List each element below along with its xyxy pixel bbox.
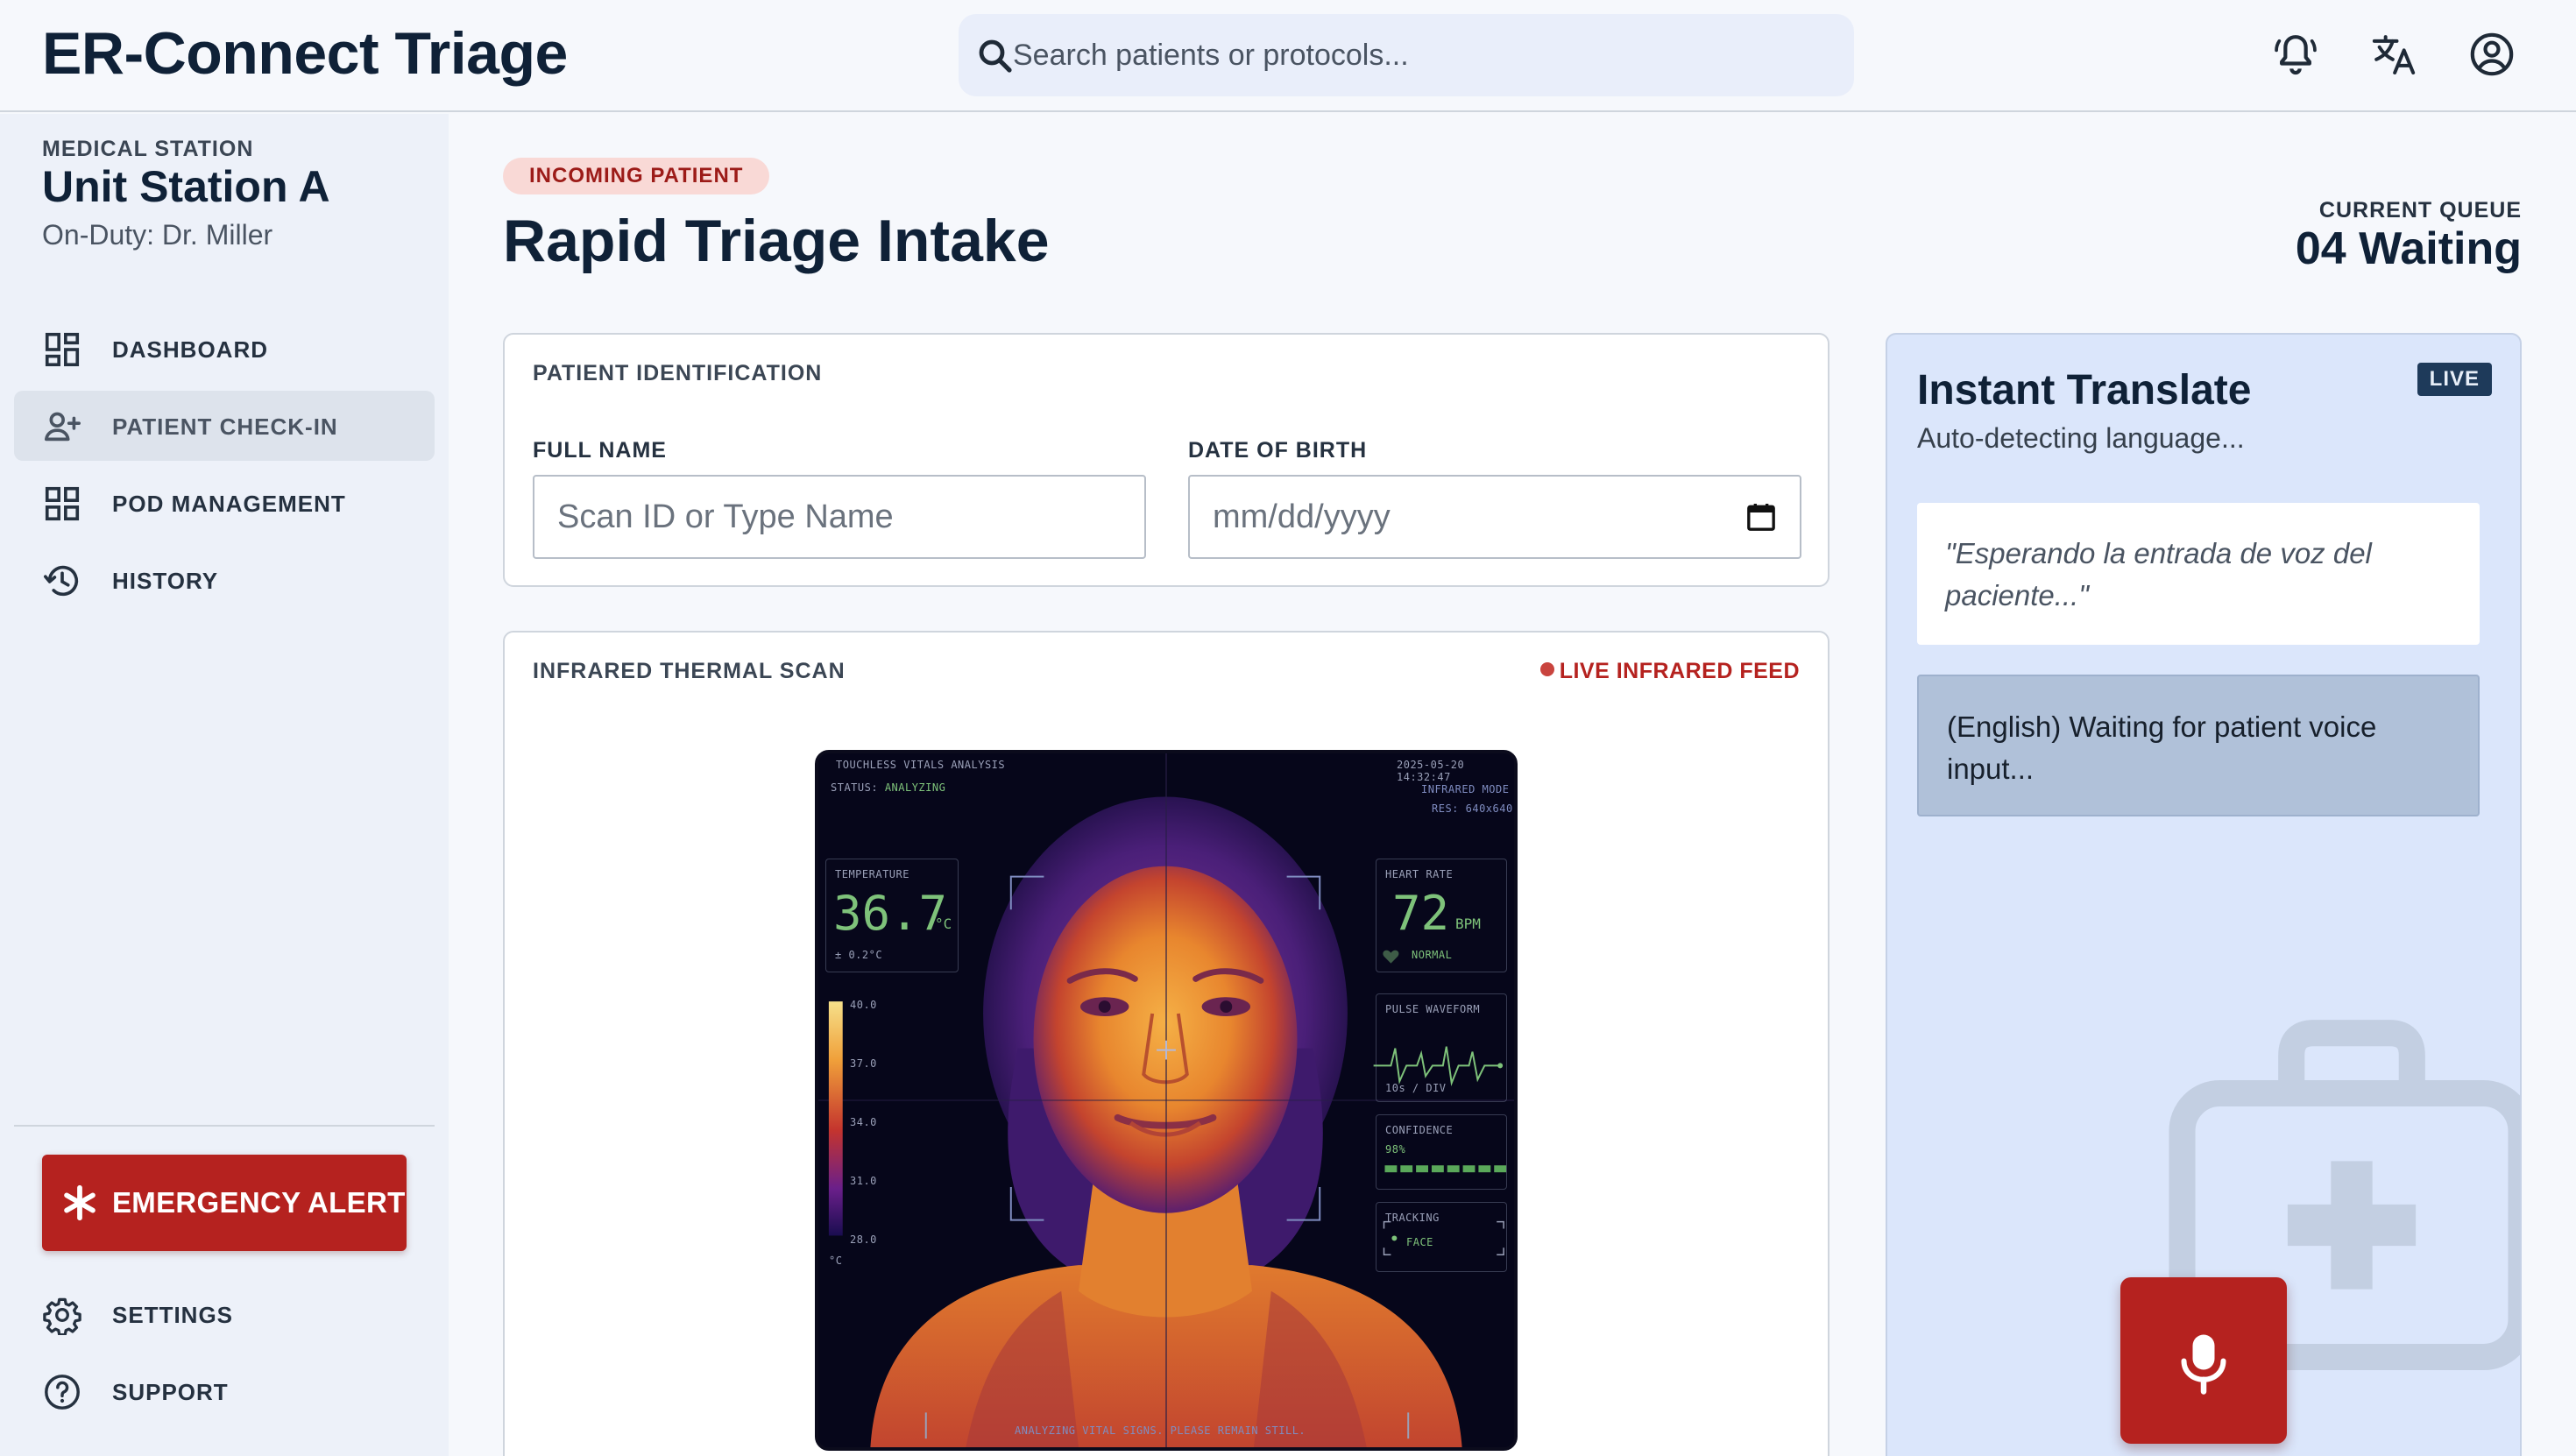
hud-time: 14:32:47 xyxy=(1397,771,1451,783)
station-name: Unit Station A xyxy=(42,162,330,211)
scale-tick: 34.0 xyxy=(850,1116,877,1128)
confidence-panel: CONFIDENCE 98% xyxy=(1376,1114,1507,1190)
hud-status: STATUS: ANALYZING xyxy=(831,781,945,794)
live-badge: LIVE xyxy=(2417,363,2492,396)
top-bar: ER-Connect Triage xyxy=(0,0,2576,112)
translated-transcript: (English) Waiting for patient voice inpu… xyxy=(1917,675,2480,816)
sidebar-item-label: PATIENT CHECK-IN xyxy=(112,413,338,440)
dashboard-icon xyxy=(45,332,80,367)
hud-status-label: STATUS: xyxy=(831,781,879,794)
source-transcript: "Esperando la entrada de voz del pacient… xyxy=(1917,503,2480,645)
on-duty-label: On-Duty: Dr. Miller xyxy=(42,219,273,251)
patient-identification-card: PATIENT IDENTIFICATION FULL NAME DATE OF… xyxy=(503,333,1829,587)
pulse-scale: 10s / DIV xyxy=(1385,1082,1447,1094)
scale-tick: 40.0 xyxy=(850,999,877,1011)
temperature-panel: TEMPERATURE 36.7 °C ± 0.2°C xyxy=(825,859,959,972)
translate-title: Instant Translate xyxy=(1917,367,2252,413)
scale-tick: 37.0 xyxy=(850,1057,877,1070)
full-name-label: FULL NAME xyxy=(533,438,667,463)
bell-alert-icon[interactable] xyxy=(2271,30,2320,79)
gear-icon xyxy=(43,1297,81,1335)
sidebar-item-label: SUPPORT xyxy=(112,1379,229,1405)
hud-status-value: ANALYZING xyxy=(884,781,946,794)
full-name-field[interactable] xyxy=(533,475,1146,559)
sidebar-divider xyxy=(14,1125,435,1127)
station-kicker: MEDICAL STATION xyxy=(42,137,254,161)
hud-date: 2025-05-20 xyxy=(1397,759,1465,771)
search-icon xyxy=(979,39,1012,73)
dob-field[interactable] xyxy=(1188,475,1801,559)
sidebar-item-label: SETTINGS xyxy=(112,1302,234,1328)
sidebar-item-label: POD MANAGEMENT xyxy=(112,491,346,517)
sidebar-item-history[interactable]: HISTORY xyxy=(14,545,435,615)
sidebar: MEDICAL STATION Unit Station A On-Duty: … xyxy=(0,114,449,1456)
sidebar-item-label: HISTORY xyxy=(112,568,219,594)
scale-unit: °C xyxy=(829,1255,843,1267)
queue-kicker: CURRENT QUEUE xyxy=(2318,198,2522,223)
temperature-label: TEMPERATURE xyxy=(835,868,909,880)
full-name-input[interactable] xyxy=(534,477,1144,557)
dob-input[interactable] xyxy=(1190,477,1800,557)
search-bar[interactable] xyxy=(959,14,1854,96)
heart-rate-status: NORMAL xyxy=(1412,949,1453,961)
calendar-icon[interactable] xyxy=(1744,499,1779,534)
dob-label: DATE OF BIRTH xyxy=(1188,438,1368,463)
heart-rate-panel: HEART RATE 72 BPM NORMAL xyxy=(1376,859,1507,972)
grid-icon xyxy=(45,486,80,521)
account-circle-icon[interactable] xyxy=(2467,30,2516,79)
emergency-alert-button[interactable]: EMERGENCY ALERT xyxy=(42,1155,407,1251)
sidebar-item-pod-management[interactable]: POD MANAGEMENT xyxy=(14,468,435,538)
app-title: ER-Connect Triage xyxy=(42,20,568,87)
card-title: PATIENT IDENTIFICATION xyxy=(533,361,823,385)
sidebar-item-patient-check-in[interactable]: PATIENT CHECK-IN xyxy=(14,391,435,461)
confidence-value: 98% xyxy=(1385,1143,1406,1156)
sidebar-item-dashboard[interactable]: DASHBOARD xyxy=(14,314,435,384)
history-icon xyxy=(44,565,79,597)
help-icon xyxy=(45,1375,80,1410)
scale-tick: 28.0 xyxy=(850,1233,877,1246)
scale-tick: 31.0 xyxy=(850,1175,877,1187)
sidebar-item-settings[interactable]: SETTINGS xyxy=(14,1279,435,1349)
queue-count: 04 Waiting xyxy=(2295,223,2522,274)
confidence-label: CONFIDENCE xyxy=(1385,1124,1454,1136)
temperature-tolerance: ± 0.2°C xyxy=(835,949,883,961)
heart-rate-label: HEART RATE xyxy=(1385,868,1454,880)
sidebar-item-support[interactable]: SUPPORT xyxy=(14,1356,435,1426)
translate-subtitle: Auto-detecting language... xyxy=(1917,422,2245,454)
tracking-panel: TRACKING FACE xyxy=(1376,1202,1507,1272)
incoming-patient-badge: INCOMING PATIENT xyxy=(503,158,770,194)
live-infrared-indicator: LIVE INFRARED FEED xyxy=(1539,659,1800,684)
hud-resolution: RES: 640x640 xyxy=(1432,802,1513,815)
heart-rate-unit: BPM xyxy=(1455,915,1481,932)
search-input[interactable] xyxy=(1013,14,1836,96)
tracking-value: FACE xyxy=(1406,1236,1433,1248)
temperature-value: 36.7 xyxy=(833,886,948,941)
hud-mode: INFRARED MODE xyxy=(1421,783,1510,795)
hud-datetime: 2025-05-20 14:32:47 xyxy=(1397,759,1514,783)
live-feed-label: LIVE INFRARED FEED xyxy=(1559,659,1800,683)
page-title: Rapid Triage Intake xyxy=(503,208,1050,274)
microphone-button[interactable] xyxy=(2120,1277,2287,1444)
temperature-unit: °C xyxy=(935,915,952,932)
pulse-waveform-label: PULSE WAVEFORM xyxy=(1385,1003,1481,1015)
card-title: INFRARED THERMAL SCAN xyxy=(533,659,846,683)
asterisk-icon xyxy=(64,1184,96,1221)
hud-header: TOUCHLESS VITALS ANALYSIS xyxy=(836,759,1006,771)
emergency-alert-label: EMERGENCY ALERT xyxy=(112,1186,406,1219)
sidebar-item-label: DASHBOARD xyxy=(112,336,268,363)
tracking-label: TRACKING xyxy=(1385,1212,1440,1224)
live-dot-icon xyxy=(1539,662,1554,676)
hud-footer: ANALYZING VITAL SIGNS. PLEASE REMAIN STI… xyxy=(1015,1424,1306,1437)
person-add-icon xyxy=(44,412,81,442)
thermal-camera-feed: TOUCHLESS VITALS ANALYSIS STATUS: ANALYZ… xyxy=(815,750,1518,1451)
pulse-waveform-panel: PULSE WAVEFORM 10s / DIV xyxy=(1376,993,1507,1102)
translate-icon[interactable] xyxy=(2369,30,2418,79)
microphone-icon xyxy=(2181,1334,2226,1395)
heart-rate-value: 72 xyxy=(1392,886,1450,941)
